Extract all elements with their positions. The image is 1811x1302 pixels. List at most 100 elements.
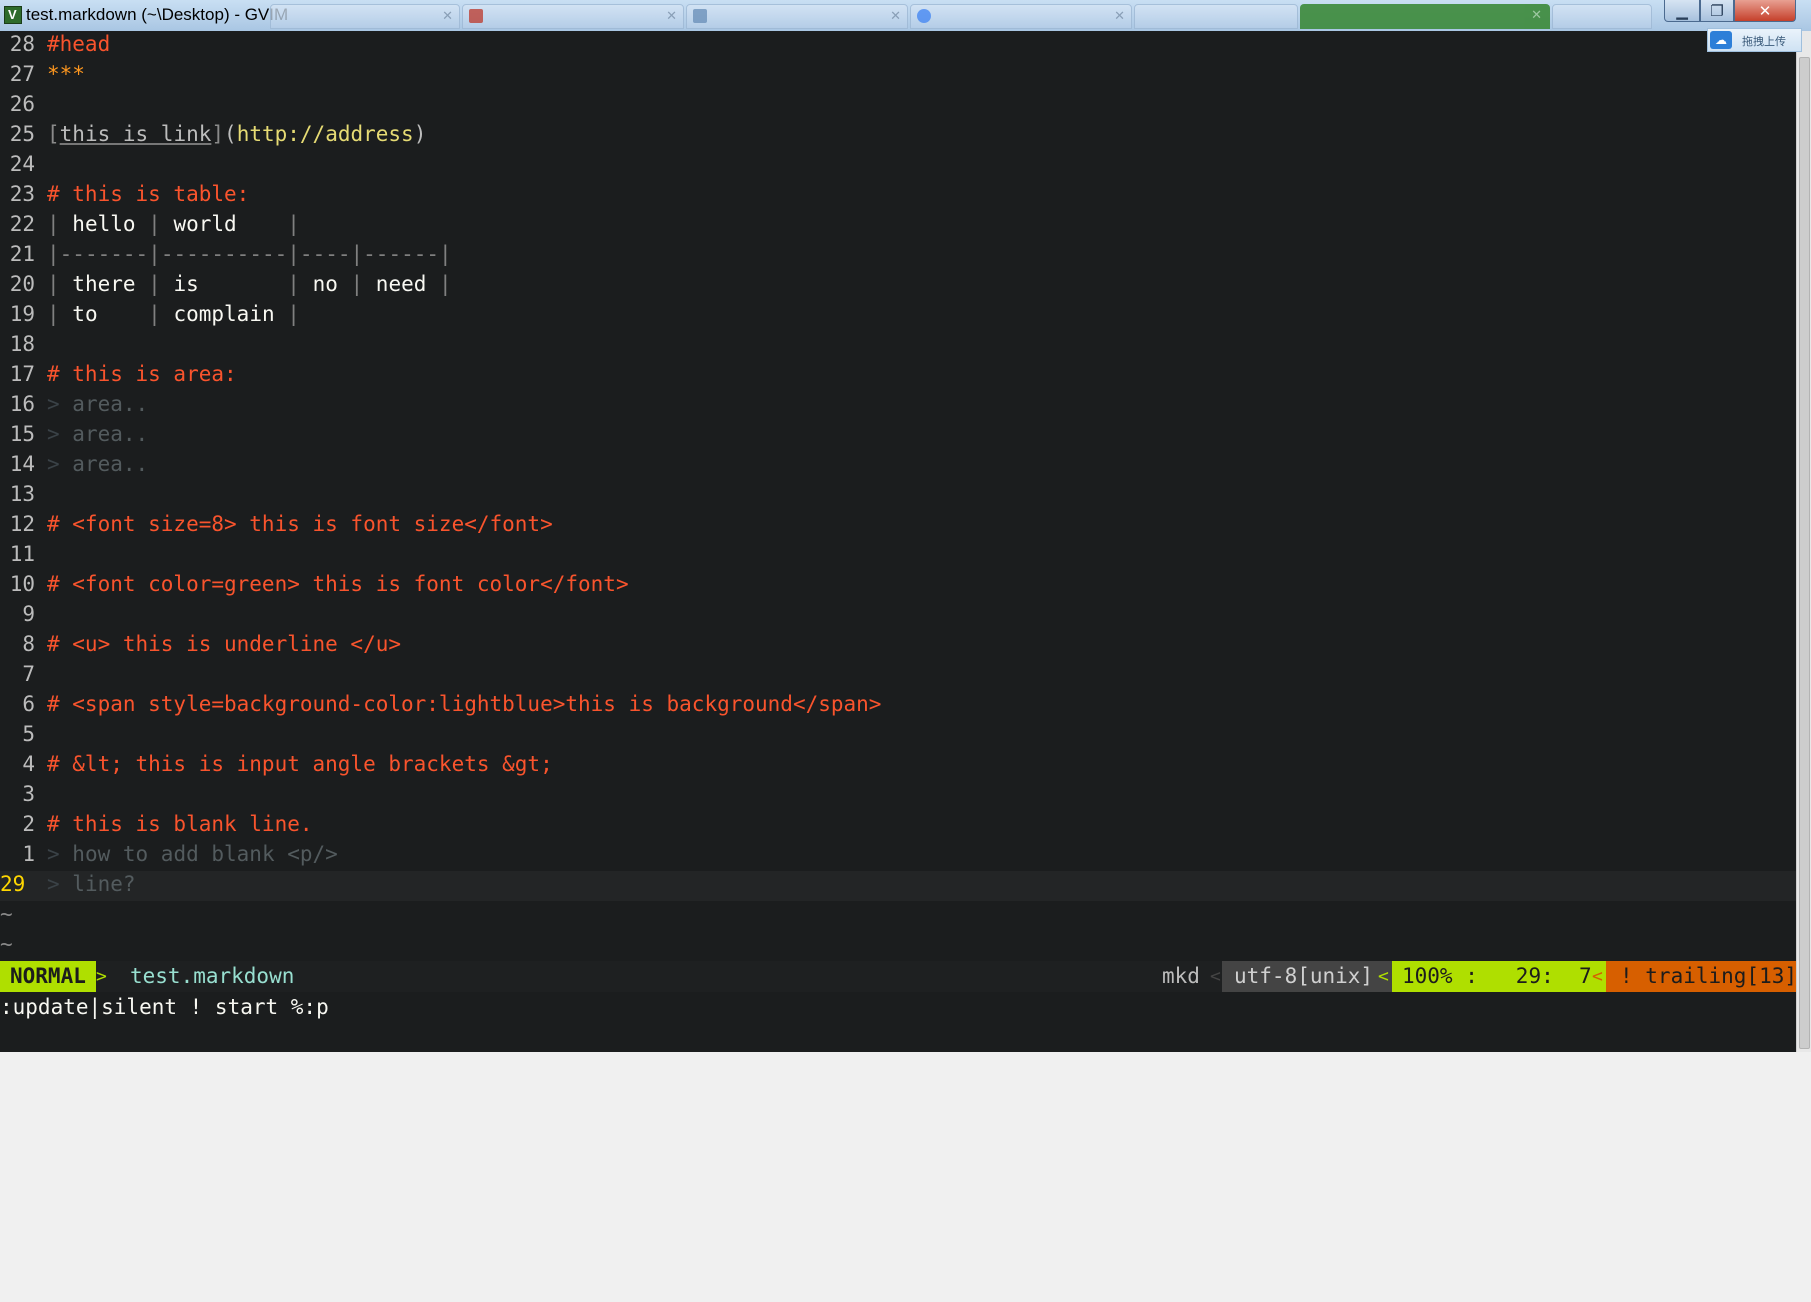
background-tab[interactable]: ✕ xyxy=(462,4,684,29)
background-tab[interactable] xyxy=(1552,4,1652,29)
buffer-line: 21 |-------|----------|----|------| xyxy=(0,241,1796,271)
drag-upload-widget[interactable]: ☁ 拖拽上传 xyxy=(1707,28,1802,52)
close-button[interactable]: ✕ xyxy=(1734,0,1796,22)
window-titlebar: V test.markdown (~\Desktop) - GVIM ✕ ✕ ✕… xyxy=(0,0,1811,32)
line-text: # <span style=background-color:lightblue… xyxy=(47,691,881,717)
line-text: > area.. xyxy=(47,451,148,477)
buffer-line: 6 # <span style=background-color:lightblu… xyxy=(0,691,1796,721)
line-text: # this is blank line. xyxy=(47,811,313,837)
blockquote-marker: > xyxy=(47,392,73,416)
line-number: 9 xyxy=(22,602,35,626)
line-text: > how to add blank <p/> xyxy=(47,841,338,867)
table-pipe: | xyxy=(148,242,161,266)
line-number: 7 xyxy=(22,662,35,686)
background-tab[interactable]: ✕ xyxy=(910,4,1132,29)
buffer-line: 8 # <u> this is underline </u> xyxy=(0,631,1796,661)
heading-text: #head xyxy=(47,32,111,56)
table-pipe: | xyxy=(47,272,60,296)
powerline-separator-icon: < xyxy=(1592,966,1603,987)
window-title: test.markdown (~\Desktop) - GVIM xyxy=(26,5,289,24)
status-position: 100% : 29: 7 xyxy=(1392,961,1606,992)
tab-close-icon[interactable]: ✕ xyxy=(442,8,453,24)
buffer-line: 1 > how to add blank <p/> xyxy=(0,841,1796,871)
heading-text: # <u> this is underline </u> xyxy=(47,632,402,656)
heading-text: # &lt; this is input angle brackets &gt; xyxy=(47,752,553,776)
buffer-line: 7 xyxy=(0,661,1796,691)
table-pipe: | xyxy=(439,242,452,266)
table-pipe: | xyxy=(287,302,300,326)
table-pipe: | xyxy=(148,212,161,236)
editor-buffer[interactable]: 28 #head 27 *** 26 25 [this is link](http://ad… xyxy=(0,31,1796,961)
table-cell: no xyxy=(299,272,351,296)
powerline-separator-icon: < xyxy=(1210,966,1221,987)
table-pipe: | xyxy=(439,272,452,296)
line-number: 10 xyxy=(9,572,35,596)
line-number: 5 xyxy=(22,722,35,746)
table-pipe: | xyxy=(350,272,364,296)
tab-close-icon[interactable]: ✕ xyxy=(666,8,677,24)
buffer-line: 5 xyxy=(0,721,1796,751)
table-pipe: | xyxy=(47,212,60,236)
status-percent: 100% : xyxy=(1402,964,1478,988)
blockquote-marker: > xyxy=(47,422,73,446)
window-bottom-edge xyxy=(0,1052,1811,1068)
table-pipe: | xyxy=(148,302,161,326)
command-line[interactable]: :update|silent ! start %:p xyxy=(0,992,1796,1052)
line-number: 25 xyxy=(9,122,35,146)
table-pipe: | xyxy=(287,272,300,296)
table-cell: complain xyxy=(160,302,288,326)
minimize-button[interactable]: ▁ xyxy=(1664,0,1700,22)
table-cell: to xyxy=(59,302,149,326)
line-text: # this is area: xyxy=(47,361,237,387)
line-text: | there | is | no | need | xyxy=(47,271,452,297)
background-tab[interactable] xyxy=(1134,4,1298,29)
background-tab[interactable]: ✕ xyxy=(270,4,460,29)
command-text: :update|silent ! start %:p xyxy=(0,995,329,1019)
line-number: 14 xyxy=(9,452,35,476)
table-pipe: | xyxy=(287,242,300,266)
vertical-scrollbar[interactable] xyxy=(1796,31,1811,1052)
status-filename: test.markdown xyxy=(130,964,295,988)
line-text: #head xyxy=(47,31,110,57)
line-number: 19 xyxy=(9,302,35,326)
tab-close-icon[interactable]: ✕ xyxy=(890,8,901,24)
line-text: |-------|----------|----|------| xyxy=(47,241,452,267)
scrollbar-thumb[interactable] xyxy=(1799,57,1810,1049)
table-cell: world xyxy=(160,212,288,236)
line-number: 15 xyxy=(9,422,35,446)
line-number: 27 xyxy=(9,62,35,86)
buffer-line: 26 xyxy=(0,91,1796,121)
line-text: # this is table: xyxy=(47,181,249,207)
heading-text: # this is table: xyxy=(47,182,250,206)
active-background-tab[interactable]: ✕ xyxy=(1300,4,1550,29)
status-filetype: mkd xyxy=(1162,964,1200,988)
buffer-line: 16 > area.. xyxy=(0,391,1796,421)
table-cell: ------- xyxy=(59,242,149,266)
line-text: | to | complain | xyxy=(47,301,300,327)
table-cell: ------ xyxy=(363,242,440,266)
line-text: # <font size=8> this is font size</font> xyxy=(47,511,553,537)
line-number: 21 xyxy=(9,242,35,266)
line-number: 17 xyxy=(9,362,35,386)
gvim-app-icon[interactable]: V xyxy=(4,6,22,24)
heading-text: # <span style=background-color:lightblue… xyxy=(47,692,882,716)
status-trailing-warning: ! trailing[13] xyxy=(1606,961,1797,992)
link-paren: ( xyxy=(224,122,237,146)
line-number: 12 xyxy=(9,512,35,536)
buffer-line: 2 # this is blank line. xyxy=(0,811,1796,841)
background-tab[interactable]: ✕ xyxy=(686,4,908,29)
tab-favicon-icon xyxy=(693,9,707,23)
buffer-line: 15 > area.. xyxy=(0,421,1796,451)
buffer-line: 4 # &lt; this is input angle brackets &gt… xyxy=(0,751,1796,781)
tab-close-icon[interactable]: ✕ xyxy=(1114,8,1125,24)
buffer-line: 18 xyxy=(0,331,1796,361)
buffer-line: 19 | to | complain | xyxy=(0,301,1796,331)
powerline-separator-icon: < xyxy=(1378,966,1389,987)
blockquote-text: how to add blank <p/> xyxy=(72,842,338,866)
tab-close-icon[interactable]: ✕ xyxy=(1531,7,1542,23)
line-number: 23 xyxy=(9,182,35,206)
heading-text: # <font size=8> this is font size</font> xyxy=(47,512,553,536)
buffer-line: 28 #head xyxy=(0,31,1796,61)
maximize-button[interactable]: ❐ xyxy=(1700,0,1734,22)
powerline-separator-icon: > xyxy=(96,966,107,987)
